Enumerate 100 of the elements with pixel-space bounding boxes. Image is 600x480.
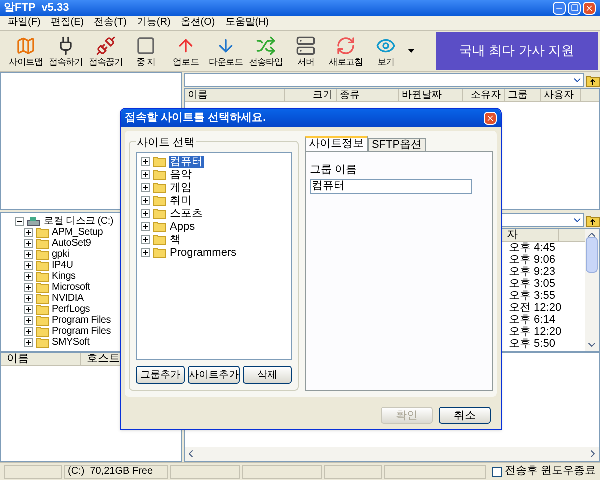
expand-icon[interactable] bbox=[24, 283, 33, 292]
expand-icon[interactable] bbox=[24, 316, 33, 325]
tree-item[interactable]: Microsoft bbox=[52, 282, 90, 292]
expand-icon[interactable] bbox=[141, 222, 150, 231]
close-icon bbox=[486, 114, 495, 122]
folder-up-icon[interactable] bbox=[586, 74, 600, 86]
toolbar-button[interactable]: 접속하기 bbox=[46, 36, 86, 66]
dialog-button[interactable]: 사이트추가 bbox=[188, 366, 240, 384]
folder-icon bbox=[153, 156, 166, 167]
tree-item[interactable]: AutoSet9 bbox=[52, 238, 92, 248]
menu-item[interactable]: 도움말(H) bbox=[225, 18, 270, 28]
expand-icon[interactable] bbox=[24, 327, 33, 336]
toolbar-button[interactable]: 접속끊기 bbox=[86, 36, 126, 66]
table-cell-text: 오후 9:23 bbox=[509, 266, 556, 278]
tree-item[interactable]: Apps bbox=[169, 220, 196, 232]
expand-icon[interactable] bbox=[141, 235, 150, 244]
toolbar-button[interactable]: 새로고침 bbox=[326, 36, 366, 66]
tree-item[interactable]: NVIDIA bbox=[52, 294, 84, 304]
table-cell-text: 오후 9:06 bbox=[509, 254, 556, 266]
checkbox[interactable] bbox=[492, 466, 502, 476]
folder-up-icon[interactable] bbox=[586, 214, 600, 226]
dialog-button[interactable]: 취소 bbox=[439, 406, 491, 424]
status-panel bbox=[324, 464, 382, 478]
expand-icon[interactable] bbox=[141, 170, 150, 179]
expand-icon[interactable] bbox=[141, 248, 150, 257]
checkbox-label[interactable]: 전송후 윈도우종료 bbox=[504, 463, 596, 480]
banner-text: 국내 최다 가사 지원 bbox=[460, 42, 574, 60]
toolbar-button[interactable]: 업로드 bbox=[166, 36, 206, 66]
tree-item[interactable]: Program Files bbox=[52, 326, 111, 336]
tree-item[interactable]: Programmers bbox=[169, 246, 238, 258]
tree-item[interactable]: 스포츠 bbox=[169, 208, 204, 220]
tree-item[interactable]: 컴퓨터 bbox=[169, 156, 204, 168]
toolbar-button[interactable]: 사이트맵 bbox=[6, 36, 46, 66]
collapse-icon[interactable] bbox=[15, 216, 24, 226]
menu-item[interactable]: 옵션(O) bbox=[180, 18, 216, 28]
expand-icon[interactable] bbox=[24, 272, 33, 281]
close-button[interactable] bbox=[484, 112, 497, 124]
expand-icon[interactable] bbox=[24, 294, 33, 303]
folder-icon bbox=[36, 282, 49, 293]
expand-icon[interactable] bbox=[24, 228, 33, 237]
column-header[interactable]: 자 bbox=[507, 229, 559, 241]
column-header[interactable]: 그룹 bbox=[505, 89, 541, 101]
folder-icon bbox=[36, 315, 49, 326]
folder-icon bbox=[36, 304, 49, 315]
column-header[interactable]: 사용자 bbox=[541, 89, 581, 101]
menu-item[interactable]: 편집(E) bbox=[50, 18, 84, 28]
tree-item[interactable]: 로컬 디스크 (C:) bbox=[44, 214, 114, 228]
minimize-button[interactable] bbox=[553, 2, 566, 14]
maximize-button[interactable] bbox=[568, 2, 581, 14]
group-name-field[interactable]: 컴퓨터 bbox=[310, 178, 472, 194]
tree-item[interactable]: Program Files bbox=[52, 316, 111, 326]
menu-item[interactable]: 파일(F) bbox=[8, 18, 41, 28]
tree-item[interactable]: Kings bbox=[52, 272, 76, 282]
expand-icon[interactable] bbox=[24, 250, 33, 259]
folder-icon bbox=[36, 293, 49, 304]
dialog-button[interactable]: 삭제 bbox=[243, 366, 292, 384]
tab[interactable]: 사이트정보 bbox=[305, 136, 368, 151]
tree-item[interactable]: 게임 bbox=[169, 182, 193, 194]
dropdown-arrow-icon[interactable] bbox=[408, 49, 415, 53]
banner[interactable]: 국내 최다 가사 지원 bbox=[436, 32, 598, 70]
tree-item[interactable]: gpki bbox=[52, 250, 70, 260]
expand-icon[interactable] bbox=[24, 338, 33, 347]
tree-item[interactable]: PerfLogs bbox=[52, 304, 90, 314]
menu-item[interactable]: 전송(T) bbox=[94, 18, 127, 28]
folder-icon bbox=[36, 249, 49, 260]
vertical-scrollbar[interactable] bbox=[585, 229, 599, 351]
toolbar-button[interactable]: 중 지 bbox=[126, 36, 166, 66]
close-button[interactable] bbox=[583, 2, 596, 14]
tree-item[interactable]: 음악 bbox=[169, 168, 193, 180]
toolbar-button[interactable]: 서버 bbox=[286, 36, 326, 66]
expand-icon[interactable] bbox=[141, 209, 150, 218]
column-header[interactable]: 바뀐날짜 bbox=[399, 89, 463, 101]
expand-icon[interactable] bbox=[24, 305, 33, 314]
tab[interactable]: SFTP옵션 bbox=[368, 138, 426, 151]
expand-icon[interactable] bbox=[141, 183, 150, 192]
tree-item[interactable]: 책 bbox=[169, 234, 182, 246]
horizontal-scrollbar[interactable] bbox=[185, 447, 599, 461]
toolbar-button[interactable]: 보기 bbox=[366, 36, 406, 66]
toolbar-button[interactable]: 전송타입 bbox=[246, 36, 286, 66]
column-header[interactable]: 크기 bbox=[285, 89, 337, 101]
menu-item[interactable]: 기능(R) bbox=[136, 18, 171, 28]
expand-icon[interactable] bbox=[24, 239, 33, 248]
scroll-thumb[interactable] bbox=[586, 237, 598, 273]
expand-icon[interactable] bbox=[141, 196, 150, 205]
column-header[interactable]: 이름 bbox=[185, 89, 285, 101]
expand-icon[interactable] bbox=[24, 261, 33, 270]
folder-icon bbox=[153, 247, 166, 258]
tree-item[interactable]: IP4U bbox=[52, 260, 74, 270]
tree-item[interactable]: SMYSoft bbox=[52, 338, 90, 348]
tree-item[interactable]: 취미 bbox=[169, 194, 193, 206]
tree-item[interactable]: APM_Setup bbox=[52, 228, 104, 238]
folder-icon bbox=[153, 195, 166, 206]
dialog-button[interactable]: 그룹추가 bbox=[136, 366, 185, 384]
column-header[interactable]: 소유자 bbox=[463, 89, 505, 101]
toolbar-button[interactable]: 다운로드 bbox=[206, 36, 246, 66]
expand-icon[interactable] bbox=[141, 157, 150, 166]
column-header[interactable]: 종류 bbox=[337, 89, 399, 101]
folder-icon bbox=[36, 271, 49, 282]
column-header[interactable]: 이름 bbox=[1, 353, 81, 365]
folder-icon bbox=[36, 337, 49, 348]
